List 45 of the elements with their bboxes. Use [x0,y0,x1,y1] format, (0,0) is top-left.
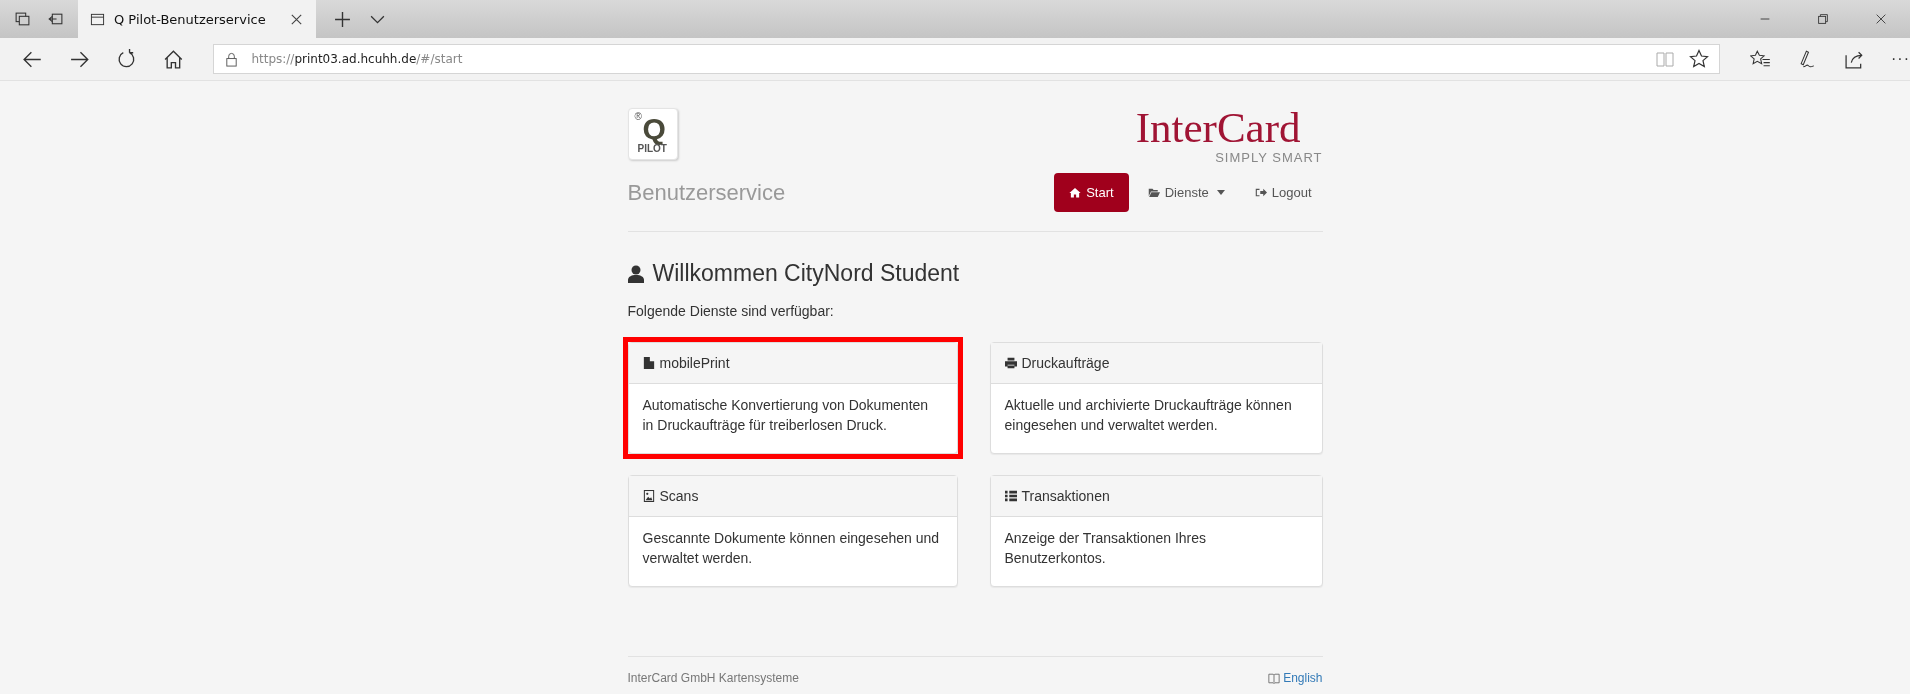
intro-text: Folgende Dienste sind verfügbar: [627,303,835,319]
brand-tagline: SIMPLY SMART [1215,150,1323,165]
browser-tab[interactable]: Q Pilot-Benutzerservice [78,0,316,38]
close-window-icon[interactable] [1874,12,1888,26]
brand-logo: InterCard [1135,106,1301,149]
page-title: Benutzerservice [627,179,786,206]
home-icon [1069,187,1082,198]
card-title: Transaktionen [1021,488,1110,504]
user-icon [627,264,644,283]
new-tab-icon[interactable] [333,10,351,28]
card-title: mobilePrint [659,355,730,371]
caret-icon [1216,190,1225,195]
folder-icon [1147,187,1160,198]
tab-preview-icon[interactable] [14,10,31,28]
sign-out-icon [1254,187,1267,198]
star-icon[interactable] [1689,49,1710,69]
list-icon [1004,490,1017,502]
home-icon[interactable] [162,48,184,70]
address-bar[interactable]: https://print03.ad.hcuhh.de/#/start [213,44,1721,74]
lock-icon [224,51,240,67]
q-pilot-logo: ®Q PILOT [627,108,678,160]
language-link[interactable]: English [1268,671,1323,685]
service-card[interactable]: Druckaufträge Aktuelle und archivierte Druckaufträge können eingesehen und verwaltet werden. [989,342,1323,454]
file-icon [642,357,655,369]
nav-link[interactable]: Logout [1243,173,1323,212]
service-card[interactable]: Transaktionen Anzeige der Transaktionen Ihres Benutzerkontos. [989,475,1323,587]
nav-link[interactable]: Start [1054,173,1129,212]
restore-icon[interactable] [1816,12,1830,26]
page-icon [90,11,105,27]
tab-title: Q Pilot-Benutzerservice [114,11,266,27]
card-description: Automatische Konvertierung von Dokumenten in Druckaufträge für treiberlosen Druck. [642,397,929,433]
card-description: Gescannte Dokumente können eingesehen und verwaltet werden. [642,530,940,566]
card-title: Scans [659,488,699,504]
company-name: InterCard GmbH Kartensysteme [627,671,799,685]
book-icon [1268,672,1281,684]
card-description: Anzeige der Transaktionen Ihres Benutzerkontos. [1004,530,1207,566]
url-text: https://print03.ad.hcuhh.de/#/start [251,52,463,66]
image-file-icon [642,490,655,502]
service-card[interactable]: Scans Gescannte Dokumente können eingesehen und verwaltet werden. [627,475,958,587]
card-title: Druckaufträge [1021,355,1110,371]
welcome-heading: Willkommen CityNord Student [652,260,960,287]
printer-icon [1004,357,1017,369]
more-button[interactable]: ··· [1891,50,1910,68]
card-description: Aktuelle und archivierte Druckaufträge können eingesehen und verwaltet werden. [1004,397,1292,433]
nav-link[interactable]: Dienste [1136,173,1236,212]
